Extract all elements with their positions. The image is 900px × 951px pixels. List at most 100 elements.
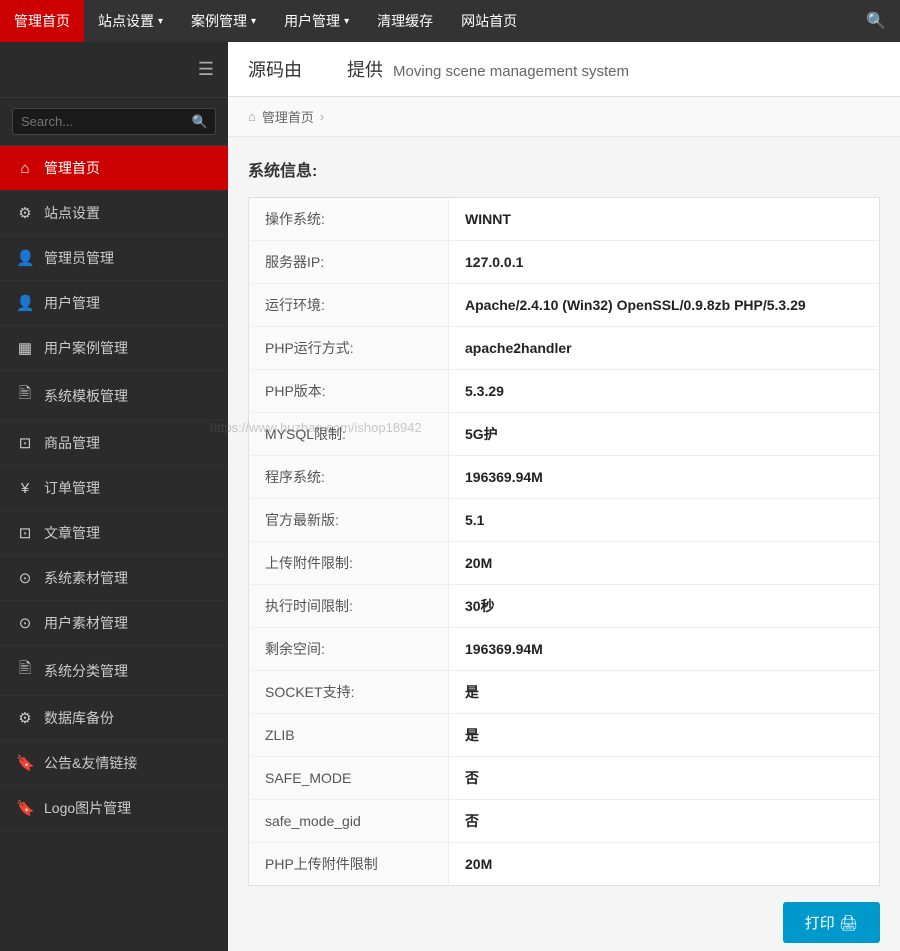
chevron-down-icon: ▾ (344, 16, 349, 27)
table-cell-label: 官方最新版: (249, 499, 449, 542)
sidebar-item-label: 系统素材管理 (44, 568, 128, 588)
table-cell-value: 196369.94M (449, 456, 880, 499)
order-icon: ¥ (16, 480, 34, 497)
sidebar-item-user-assets[interactable]: ⊙ 用户素材管理 (0, 601, 228, 646)
table-cell-label: 上传附件限制: (249, 542, 449, 585)
breadcrumb-home[interactable]: 管理首页 (262, 107, 314, 126)
bookmark-icon: 🔖 (16, 754, 34, 772)
sidebar-item-logo-management[interactable]: 🔖 Logo图片管理 (0, 786, 228, 831)
table-cell-value: 20M (449, 843, 880, 886)
table-row: ZLIB是 (249, 714, 880, 757)
table-row: PHP上传附件限制20M (249, 843, 880, 886)
table-row: SAFE_MODE否 (249, 757, 880, 800)
sidebar-item-announcements[interactable]: 🔖 公告&友情链接 (0, 741, 228, 786)
content-header: 源码由 提供 Moving scene management system (228, 42, 900, 97)
sidebar-item-label: 用户素材管理 (44, 613, 128, 633)
system-info-table: 操作系统:WINNT服务器IP:127.0.0.1运行环境:Apache/2.4… (248, 197, 880, 886)
sidebar-item-categories[interactable]: 🖹 系统分类管理 (0, 646, 228, 696)
sidebar-item-admin-home[interactable]: ⌂ 管理首页 (0, 146, 228, 191)
sidebar-nav: ⌂ 管理首页 ⚙ 站点设置 👤 管理员管理 👤 用户管理 ▦ 用户案例管理 🖹 (0, 146, 228, 951)
asset-icon: ⊙ (16, 569, 34, 587)
table-cell-label: safe_mode_gid (249, 800, 449, 843)
grid-icon: ▦ (16, 339, 34, 357)
sidebar-item-label: 数据库备份 (44, 708, 114, 728)
system-name-label: Moving scene management system (393, 63, 629, 80)
sidebar-item-products[interactable]: ⊡ 商品管理 (0, 421, 228, 466)
sidebar-item-label: 管理首页 (44, 158, 100, 178)
content-body: 系统信息: 操作系统:WINNT服务器IP:127.0.0.1运行环境:Apac… (228, 137, 900, 951)
sidebar-item-database-backup[interactable]: ⚙ 数据库备份 (0, 696, 228, 741)
nav-item-clear-cache[interactable]: 清理缓存 (363, 0, 447, 42)
sidebar-item-user-management[interactable]: 👤 用户管理 (0, 281, 228, 326)
user-icon: 👤 (16, 249, 34, 267)
nav-item-home[interactable]: 管理首页 (0, 0, 84, 42)
sidebar-item-orders[interactable]: ¥ 订单管理 (0, 466, 228, 511)
table-row: 上传附件限制:20M (249, 542, 880, 585)
table-cell-value: 5.1 (449, 499, 880, 542)
sidebar-item-user-cases[interactable]: ▦ 用户案例管理 (0, 326, 228, 371)
nav-item-site-settings[interactable]: 站点设置 ▾ (84, 0, 177, 42)
table-cell-label: SAFE_MODE (249, 757, 449, 800)
print-button[interactable]: 打印 🖨 (783, 902, 880, 943)
sidebar-item-site-settings[interactable]: ⚙ 站点设置 (0, 191, 228, 236)
table-cell-label: 服务器IP: (249, 241, 449, 284)
sidebar-item-admin-management[interactable]: 👤 管理员管理 (0, 236, 228, 281)
table-cell-value: 否 (449, 757, 880, 800)
sidebar-item-label: 公告&友情链接 (44, 753, 137, 773)
search-icon[interactable]: 🔍 (852, 11, 900, 31)
home-icon: ⌂ (248, 109, 256, 124)
sidebar-item-label: 站点设置 (44, 203, 100, 223)
sidebar-item-system-assets[interactable]: ⊙ 系统素材管理 (0, 556, 228, 601)
product-icon: ⊡ (16, 434, 34, 452)
table-cell-value: 5G护 (449, 413, 880, 456)
search-icon: 🔍 (192, 114, 208, 130)
table-cell-label: SOCKET支持: (249, 671, 449, 714)
table-cell-label: ZLIB (249, 714, 449, 757)
database-icon: ⚙ (16, 709, 34, 727)
table-row: 剩余空间:196369.94M (249, 628, 880, 671)
table-row: 执行时间限制:30秒 (249, 585, 880, 628)
table-row: MYSQL限制:5G护 (249, 413, 880, 456)
menu-icon[interactable]: ☰ (198, 59, 214, 80)
table-cell-label: MYSQL限制: (249, 413, 449, 456)
nav-item-users[interactable]: 用户管理 ▾ (270, 0, 363, 42)
table-cell-label: 剩余空间: (249, 628, 449, 671)
table-cell-value: 是 (449, 714, 880, 757)
sidebar-item-label: 用户管理 (44, 293, 100, 313)
image-icon: 🔖 (16, 799, 34, 817)
print-bar: 打印 🖨 (248, 886, 880, 951)
sidebar-item-system-templates[interactable]: 🖹 系统模板管理 (0, 371, 228, 421)
sidebar-item-label: 订单管理 (44, 478, 100, 498)
table-row: SOCKET支持:是 (249, 671, 880, 714)
table-cell-label: PHP上传附件限制 (249, 843, 449, 886)
article-icon: ⊡ (16, 524, 34, 542)
table-cell-value: apache2handler (449, 327, 880, 370)
table-cell-label: 程序系统: (249, 456, 449, 499)
table-row: 程序系统:196369.94M (249, 456, 880, 499)
breadcrumb: ⌂ 管理首页 › (228, 97, 900, 137)
table-cell-label: PHP运行方式: (249, 327, 449, 370)
template-icon: 🖹 (16, 383, 34, 408)
table-cell-label: 操作系统: (249, 198, 449, 241)
table-cell-value: 127.0.0.1 (449, 241, 880, 284)
home-icon: ⌂ (16, 160, 34, 177)
breadcrumb-separator: › (320, 109, 324, 124)
content-area: 源码由 提供 Moving scene management system ⌂ … (228, 42, 900, 951)
search-input[interactable] (12, 108, 216, 135)
sidebar-item-label: 商品管理 (44, 433, 100, 453)
sidebar-item-articles[interactable]: ⊡ 文章管理 (0, 511, 228, 556)
category-icon: 🖹 (16, 658, 34, 683)
chevron-down-icon: ▾ (158, 16, 163, 27)
table-row: safe_mode_gid否 (249, 800, 880, 843)
table-cell-value: 5.3.29 (449, 370, 880, 413)
page-title: 源码由 提供 Moving scene management system (248, 56, 629, 82)
chevron-down-icon: ▾ (251, 16, 256, 27)
table-row: PHP版本:5.3.29 (249, 370, 880, 413)
table-cell-label: PHP版本: (249, 370, 449, 413)
nav-item-website-home[interactable]: 网站首页 (447, 0, 531, 42)
user-icon: 👤 (16, 294, 34, 312)
table-cell-label: 运行环境: (249, 284, 449, 327)
nav-item-cases[interactable]: 案例管理 ▾ (177, 0, 270, 42)
sidebar-item-label: 用户案例管理 (44, 338, 128, 358)
asset-icon: ⊙ (16, 614, 34, 632)
